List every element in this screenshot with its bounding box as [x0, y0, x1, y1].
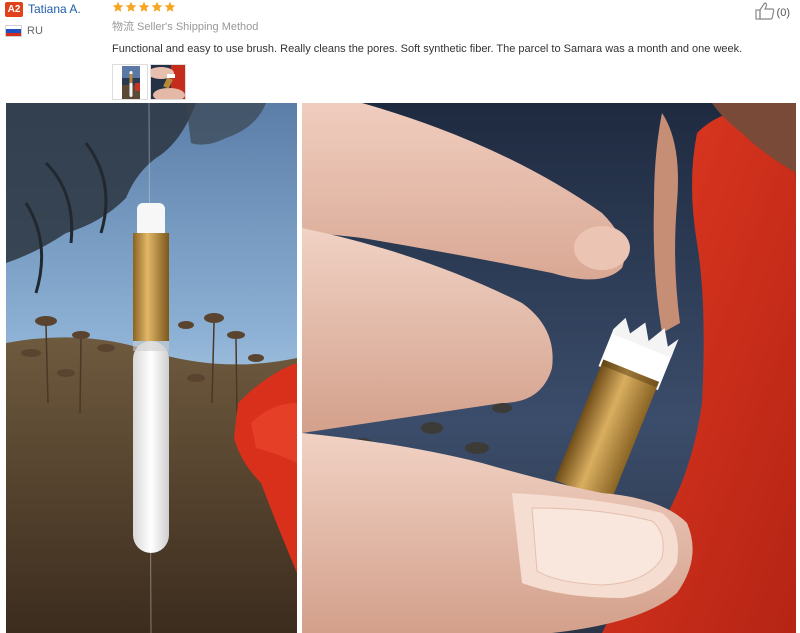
star-icon	[151, 1, 163, 12]
reviewer-level-badge: A2	[5, 2, 23, 17]
helpful-count: (0)	[776, 6, 790, 19]
photo-thumbnail-1[interactable]	[112, 64, 148, 100]
brush-on-poster-photo[interactable]	[6, 103, 297, 633]
brush-held-in-fingers-photo[interactable]	[302, 103, 796, 633]
russia-flag-icon	[5, 25, 22, 37]
helpful-button[interactable]: (0)	[754, 2, 790, 23]
reviewer-name-link[interactable]: Tatiana A.	[28, 2, 81, 17]
reviewer-country: RU	[27, 25, 43, 37]
thumbs-up-icon	[754, 2, 775, 23]
shipping-method: 物流 Seller's Shipping Method	[112, 21, 259, 33]
star-rating	[112, 1, 176, 15]
star-icon	[125, 1, 137, 12]
star-icon	[112, 1, 124, 12]
photo-thumbnail-2[interactable]	[150, 64, 186, 100]
star-icon	[164, 1, 176, 12]
star-icon	[138, 1, 150, 12]
review-text: Functional and easy to use brush. Really…	[112, 43, 743, 55]
